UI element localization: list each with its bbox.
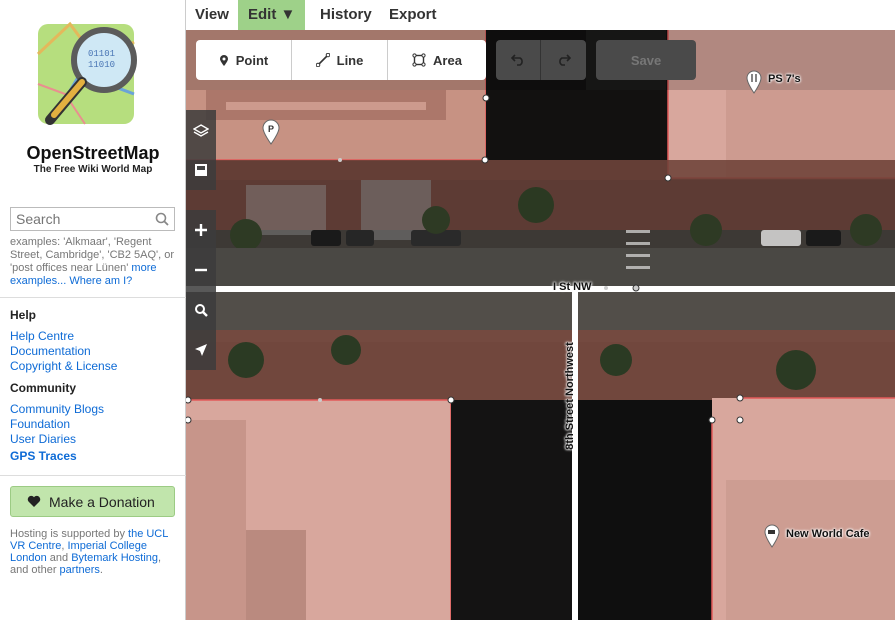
svg-text:01101: 01101 <box>88 49 115 59</box>
map-data-button[interactable] <box>186 150 216 190</box>
parking-pin-icon[interactable]: P <box>262 119 280 145</box>
top-nav: View Edit ▼ History Export <box>186 0 895 30</box>
community-heading: Community <box>10 381 76 395</box>
location-arrow-icon <box>195 344 207 356</box>
divider <box>0 475 186 476</box>
minus-icon <box>195 268 207 272</box>
line-label: Line <box>336 52 364 68</box>
undo-icon <box>511 54 523 66</box>
magnifier-icon <box>195 304 208 317</box>
documentation-link[interactable]: Documentation <box>10 344 91 358</box>
bytemark-link[interactable]: Bytemark Hosting <box>71 552 158 564</box>
where-am-i-link[interactable]: Where am I? <box>69 275 132 287</box>
map-data-icon <box>195 164 207 176</box>
point-icon <box>219 54 228 66</box>
svg-text:11010: 11010 <box>88 60 115 70</box>
foundation-link[interactable]: Foundation <box>10 417 70 431</box>
geolocate-button[interactable] <box>186 330 216 370</box>
hosting-end: . <box>99 564 103 576</box>
donate-button[interactable]: Make a Donation <box>10 486 175 517</box>
hosting-and: and <box>49 552 69 564</box>
search-icon[interactable] <box>154 211 170 227</box>
zoom-out-button[interactable] <box>186 250 216 290</box>
nav-view[interactable]: View <box>195 0 229 30</box>
draw-mode-group: Point Line Area <box>196 40 486 80</box>
map-canvas[interactable]: P PS 7's New World Cafe I St NW 8th Stre… <box>186 30 895 620</box>
sidebar: 01101 11010 OpenStreetMap The Free Wiki … <box>0 0 186 620</box>
restaurant-pin-icon[interactable] <box>746 70 762 94</box>
area-icon <box>412 53 426 67</box>
community-blogs-link[interactable]: Community Blogs <box>10 402 104 416</box>
line-icon <box>315 53 330 67</box>
hosting-text: Hosting is supported by <box>10 528 125 540</box>
add-line-button[interactable]: Line <box>292 40 388 80</box>
background-layers-button[interactable] <box>186 110 216 150</box>
user-diaries-link[interactable]: User Diaries <box>10 432 76 446</box>
hosting-credits: Hosting is supported by the UCL VR Centr… <box>10 528 178 576</box>
add-point-button[interactable]: Point <box>196 40 292 80</box>
brand-title[interactable]: OpenStreetMap <box>0 143 186 164</box>
street-label-i-st[interactable]: I St NW <box>553 281 592 293</box>
partners-link[interactable]: partners <box>60 564 100 576</box>
help-centre-link[interactable]: Help Centre <box>10 329 74 343</box>
add-area-button[interactable]: Area <box>388 40 486 80</box>
search-feature-button[interactable] <box>186 290 216 330</box>
cafe-pin-icon[interactable] <box>764 524 780 548</box>
zoom-in-button[interactable] <box>186 210 216 250</box>
donate-label: Make a Donation <box>49 493 155 510</box>
search-examples: examples: 'Alkmaar', 'Regent Street, Cam… <box>10 236 178 288</box>
redo-button[interactable] <box>541 40 586 80</box>
nav-edit[interactable]: Edit ▼ <box>238 0 306 30</box>
save-button[interactable]: Save <box>596 40 696 80</box>
help-heading: Help <box>10 308 37 322</box>
area-label: Area <box>433 52 462 68</box>
street-label-8th-st[interactable]: 8th Street Northwest <box>564 342 576 450</box>
nav-history[interactable]: History <box>320 0 372 30</box>
redo-icon <box>558 54 571 66</box>
divider <box>0 297 186 298</box>
point-label: Point <box>235 52 269 68</box>
parking-label: P <box>268 124 274 134</box>
gps-traces-link[interactable]: GPS Traces <box>10 449 77 463</box>
layers-icon <box>193 124 209 137</box>
undo-button[interactable] <box>496 40 541 80</box>
brand-tagline: The Free Wiki World Map <box>33 164 153 175</box>
search-input[interactable] <box>11 208 151 230</box>
heart-icon <box>27 495 41 507</box>
undo-redo-group <box>496 40 586 80</box>
poi-label-ps7[interactable]: PS 7's <box>768 73 801 85</box>
openstreetmap-logo[interactable]: 01101 11010 <box>30 14 150 134</box>
search-box <box>10 207 175 231</box>
hosting-separator: , <box>61 540 65 552</box>
nav-export[interactable]: Export <box>389 0 437 30</box>
poi-label-new-world-cafe[interactable]: New World Cafe <box>786 528 870 540</box>
plus-icon <box>195 224 207 236</box>
copyright-license-link[interactable]: Copyright & License <box>10 359 117 373</box>
